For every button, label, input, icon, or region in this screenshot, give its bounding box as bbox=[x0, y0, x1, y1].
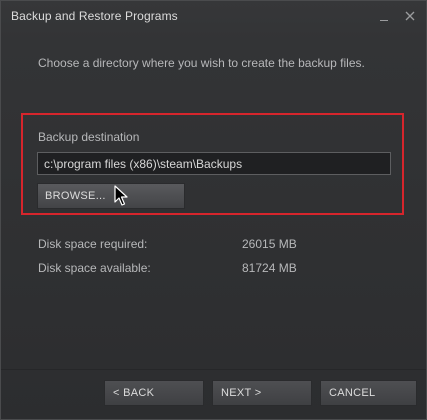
mouse-cursor-icon bbox=[114, 185, 128, 206]
instruction-text: Choose a directory where you wish to cre… bbox=[38, 56, 365, 70]
back-button[interactable]: < BACK bbox=[104, 380, 204, 406]
backup-destination-label: Backup destination bbox=[38, 130, 140, 144]
backup-restore-dialog: Backup and Restore Programs Choose a dir… bbox=[0, 0, 427, 420]
disk-available-label: Disk space available: bbox=[38, 261, 151, 275]
browse-button[interactable]: BROWSE... bbox=[37, 183, 185, 209]
footer-divider bbox=[1, 369, 426, 370]
close-button[interactable] bbox=[401, 7, 419, 25]
next-button[interactable]: NEXT > bbox=[212, 380, 312, 406]
disk-required-value: 26015 MB bbox=[242, 237, 297, 251]
disk-required-label: Disk space required: bbox=[38, 237, 148, 251]
minimize-button[interactable] bbox=[375, 7, 393, 25]
window-title: Backup and Restore Programs bbox=[11, 9, 178, 23]
cancel-button[interactable]: CANCEL bbox=[320, 380, 417, 406]
minimize-icon bbox=[380, 19, 388, 21]
title-bar[interactable]: Backup and Restore Programs bbox=[1, 1, 426, 33]
close-icon bbox=[405, 11, 415, 21]
disk-available-value: 81724 MB bbox=[242, 261, 297, 275]
backup-destination-input[interactable] bbox=[37, 152, 391, 175]
